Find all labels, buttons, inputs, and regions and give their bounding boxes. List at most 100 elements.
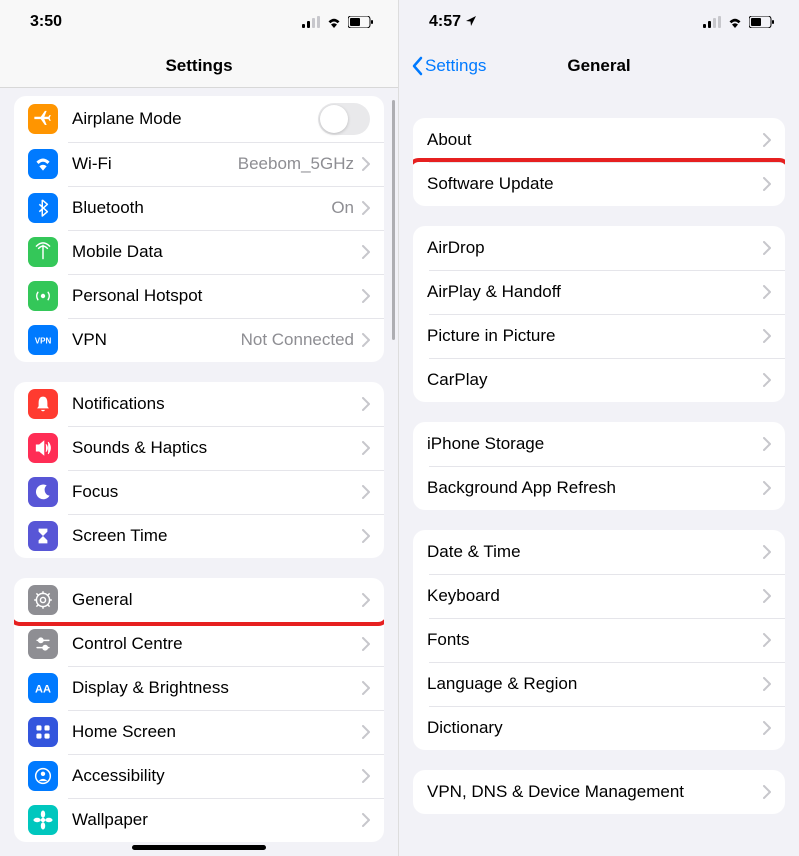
bluetooth-icon [28,193,58,223]
general-row-vpndns[interactable]: VPN, DNS & Device Management [413,770,785,814]
settings-row-focus[interactable]: Focus [14,470,384,514]
general-row-pip[interactable]: Picture in Picture [413,314,785,358]
chevron-right-icon [763,633,771,647]
row-label: VPN [72,330,241,350]
row-label: Display & Brightness [72,678,362,698]
chevron-right-icon [362,289,370,303]
general-row-airdrop[interactable]: AirDrop [413,226,785,270]
battery-icon [749,16,775,28]
settings-screen: 3:50 Settings Airplane ModeWi-FiBeebom_5… [0,0,399,856]
antenna-icon [28,237,58,267]
signal-icon [703,16,721,28]
general-row-softwareupdate[interactable]: Software Update [413,162,785,206]
scrollbar[interactable] [392,100,395,340]
settings-group-alerts: Notifications Sounds & Haptics Focus Screen… [14,382,384,558]
general-group-1: AirDrop AirPlay & HandoffPicture in Pictu… [413,226,785,402]
nav-title: Settings [165,56,232,76]
general-group-3: Date & Time Keyboard Fonts Language & Regio… [413,530,785,750]
settings-group-connectivity: Airplane ModeWi-FiBeebom_5GHzBluetoothOn… [14,96,384,362]
bell-icon [28,389,58,419]
chevron-right-icon [362,333,370,347]
moon-icon [28,477,58,507]
wifi-icon [326,16,342,28]
airplane-icon [28,104,58,134]
row-value: Not Connected [241,330,354,350]
row-label: Bluetooth [72,198,331,218]
settings-row-wallpaper[interactable]: Wallpaper [14,798,384,842]
toggle-switch[interactable] [318,103,370,135]
row-label: Fonts [427,630,763,650]
status-bar: 3:50 [0,0,398,44]
person-icon [28,761,58,791]
settings-row-notifications[interactable]: Notifications [14,382,384,426]
gear-icon [28,585,58,615]
chevron-left-icon [411,56,423,76]
settings-row-display[interactable]: AADisplay & Brightness [14,666,384,710]
row-label: Keyboard [427,586,763,606]
chevron-right-icon [362,245,370,259]
chevron-right-icon [763,241,771,255]
flower-icon [28,805,58,835]
chevron-right-icon [763,589,771,603]
settings-row-accessibility[interactable]: Accessibility [14,754,384,798]
back-button[interactable]: Settings [411,56,486,76]
row-label: About [427,130,763,150]
row-label: Dictionary [427,718,763,738]
row-label: VPN, DNS & Device Management [427,782,763,802]
general-row-carplay[interactable]: CarPlay [413,358,785,402]
row-label: Wi-Fi [72,154,238,174]
general-list[interactable]: About Software Update AirDrop AirPlay & Han… [399,88,799,856]
chevron-right-icon [763,677,771,691]
row-label: AirDrop [427,238,763,258]
settings-row-vpn[interactable]: VPNVPNNot Connected [14,318,384,362]
row-value: Beebom_5GHz [238,154,354,174]
row-label: Sounds & Haptics [72,438,362,458]
row-label: Home Screen [72,722,362,742]
settings-group-general: General Control CentreAADisplay & Brightn… [14,578,384,842]
general-row-airplay[interactable]: AirPlay & Handoff [413,270,785,314]
chevron-right-icon [362,681,370,695]
settings-row-mobiledata[interactable]: Mobile Data [14,230,384,274]
chevron-right-icon [362,397,370,411]
row-label: iPhone Storage [427,434,763,454]
general-row-bgrefresh[interactable]: Background App Refresh [413,466,785,510]
chevron-right-icon [362,637,370,651]
settings-row-general[interactable]: General [14,578,384,622]
home-indicator[interactable] [132,845,266,850]
row-label: CarPlay [427,370,763,390]
general-row-about[interactable]: About [413,118,785,162]
settings-row-hotspot[interactable]: Personal Hotspot [14,274,384,318]
chevron-right-icon [362,201,370,215]
settings-row-wifi[interactable]: Wi-FiBeebom_5GHz [14,142,384,186]
settings-list[interactable]: Airplane ModeWi-FiBeebom_5GHzBluetoothOn… [0,88,398,856]
chevron-right-icon [763,133,771,147]
hotspot-icon [28,281,58,311]
general-row-storage[interactable]: iPhone Storage [413,422,785,466]
wifi-icon [727,16,743,28]
row-label: Focus [72,482,362,502]
settings-row-controlcentre[interactable]: Control Centre [14,622,384,666]
settings-row-bluetooth[interactable]: BluetoothOn [14,186,384,230]
battery-icon [348,16,374,28]
settings-row-airplane[interactable]: Airplane Mode [14,96,384,142]
chevron-right-icon [362,529,370,543]
general-row-datetime[interactable]: Date & Time [413,530,785,574]
general-row-keyboard[interactable]: Keyboard [413,574,785,618]
row-label: Accessibility [72,766,362,786]
settings-row-homescreen[interactable]: Home Screen [14,710,384,754]
settings-row-screentime[interactable]: Screen Time [14,514,384,558]
chevron-right-icon [362,769,370,783]
nav-title: General [567,56,630,76]
chevron-right-icon [763,373,771,387]
row-label: General [72,590,362,610]
settings-row-sounds[interactable]: Sounds & Haptics [14,426,384,470]
chevron-right-icon [362,441,370,455]
speaker-icon [28,433,58,463]
general-row-language[interactable]: Language & Region [413,662,785,706]
row-label: Software Update [427,174,763,194]
general-row-dictionary[interactable]: Dictionary [413,706,785,750]
general-row-fonts[interactable]: Fonts [413,618,785,662]
location-icon [465,15,477,27]
signal-icon [302,16,320,28]
row-label: Date & Time [427,542,763,562]
